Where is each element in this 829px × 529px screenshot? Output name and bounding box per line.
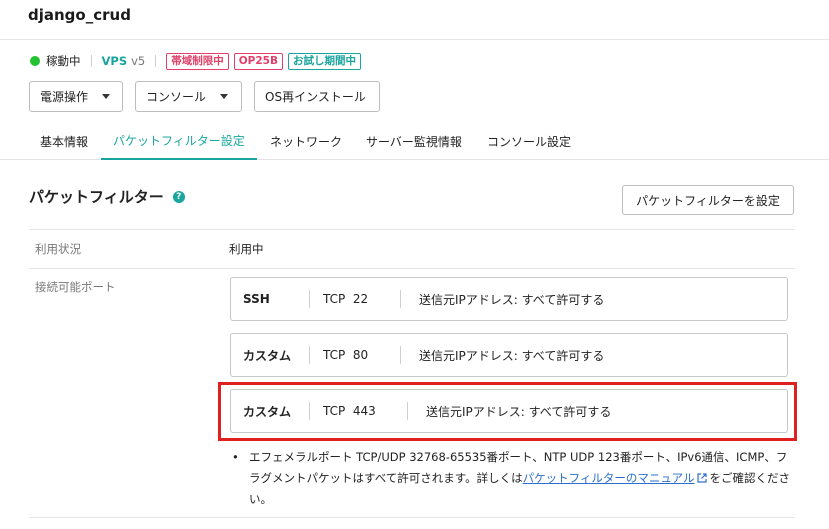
tab-basic-info[interactable]: 基本情報 xyxy=(28,122,100,160)
os-reinstall-label: OS再インストール xyxy=(265,90,366,104)
port-rule-type: カスタム xyxy=(243,348,292,363)
chevron-down-icon xyxy=(102,94,111,99)
tab-bar: 基本情報 パケットフィルター設定 ネットワーク サーバー監視情報 コンソール設定 xyxy=(0,122,829,160)
tab-packet-filter[interactable]: パケットフィルター設定 xyxy=(101,122,257,160)
port-rule-source: 送信元IPアドレス: すべて許可する xyxy=(419,292,605,307)
status-badge-trial: お試し期間中 xyxy=(288,52,361,70)
service-version: v5 xyxy=(131,54,146,68)
chevron-down-icon xyxy=(220,94,229,99)
usage-status-label: 利用状況 xyxy=(35,242,81,256)
port-rule-type: SSH xyxy=(243,292,270,306)
divider xyxy=(29,229,795,230)
port-rule-protocol: TCP 80 xyxy=(323,348,369,362)
console-menu-button[interactable]: コンソール xyxy=(135,81,242,112)
server-status-row: 稼動中 VPS v5 帯域制限中 OP25B お試し期間中 xyxy=(30,52,366,70)
power-menu-button[interactable]: 電源操作 xyxy=(29,81,123,112)
tab-console-settings[interactable]: コンソール設定 xyxy=(475,122,583,160)
packet-filter-note: • エフェメラルポート TCP/UDP 32768-65535番ポート、NTP … xyxy=(232,447,792,510)
status-text: 稼動中 xyxy=(46,54,81,68)
status-badge-op25b: OP25B xyxy=(233,52,283,70)
server-name: django_crud xyxy=(28,6,131,24)
configure-packet-filter-button[interactable]: パケットフィルターを設定 xyxy=(622,185,794,215)
bullet-icon: • xyxy=(232,450,239,464)
divider xyxy=(29,268,795,269)
port-rule-protocol: TCP 22 xyxy=(323,292,369,306)
port-rule-ssh[interactable]: SSH TCP 22 送信元IPアドレス: すべて許可する xyxy=(230,277,788,321)
divider xyxy=(29,517,795,518)
service-name: VPS xyxy=(101,54,128,68)
console-menu-label: コンソール xyxy=(146,90,207,104)
divider xyxy=(90,55,92,67)
server-action-buttons: 電源操作 コンソール OS再インストール xyxy=(29,81,380,112)
port-rule-source: 送信元IPアドレス: すべて許可する xyxy=(419,348,605,363)
tab-server-monitoring[interactable]: サーバー監視情報 xyxy=(354,122,474,160)
external-link-icon[interactable] xyxy=(696,473,707,483)
packet-filter-manual-link[interactable]: パケットフィルターのマニュアル xyxy=(523,471,695,485)
tab-network[interactable]: ネットワーク xyxy=(258,122,354,160)
section-title: パケットフィルター ? xyxy=(29,186,185,207)
help-icon[interactable]: ? xyxy=(172,190,185,203)
power-menu-label: 電源操作 xyxy=(40,90,89,104)
section-title-text: パケットフィルター xyxy=(29,188,164,206)
running-status-icon xyxy=(30,56,40,66)
usage-status-value: 利用中 xyxy=(229,242,264,256)
port-rule-custom-80[interactable]: カスタム TCP 80 送信元IPアドレス: すべて許可する xyxy=(230,333,788,377)
divider xyxy=(155,55,157,67)
status-badge-bandwidth: 帯域制限中 xyxy=(166,52,229,70)
note-text: エフェメラルポート TCP/UDP 32768-65535番ポート、NTP UD… xyxy=(249,450,791,506)
page-header: django_crud xyxy=(0,0,829,40)
allowed-ports-label: 接続可能ポート xyxy=(35,280,116,294)
highlight-box xyxy=(218,382,797,441)
os-reinstall-button[interactable]: OS再インストール xyxy=(254,81,380,112)
configure-packet-filter-label: パケットフィルターを設定 xyxy=(636,193,780,208)
